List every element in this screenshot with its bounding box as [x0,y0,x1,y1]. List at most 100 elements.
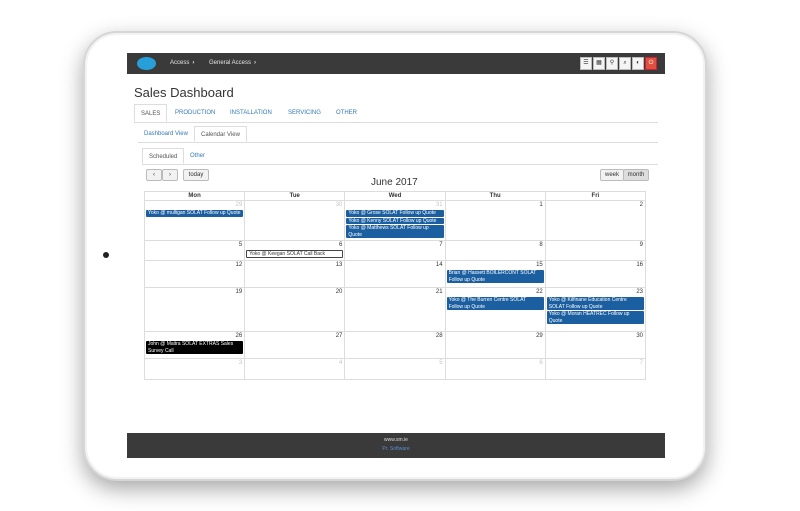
pin-icon[interactable]: ⚲ [606,57,618,70]
calendar-week-row: 29 Yoko @ mulligan SOLAT Follow up Quote 3… [143,200,647,241]
calendar-event[interactable]: Yoko @ Moran HEATREC Follow up Quote [546,311,644,325]
calendar-day-cell[interactable]: 9 [544,239,647,262]
calendar-week-row: 19 20 21 22 Yoko @ The Burren Centre SOLAT F… [143,287,647,333]
calendar-grid: Mon Tue Wed Thu Fri 29 Yoko @ mulligan SO… [143,191,647,380]
calendar-event[interactable]: Yoko @ mulligan SOLAT Follow up Quote [146,210,244,217]
calendar-day-cell[interactable]: 19 [143,287,246,333]
day-number: 15 [536,262,543,269]
main-tabs: SALES PRODUCTION INSTALLATION SERVICING … [134,104,658,123]
calendar-event[interactable]: Yoko @ Keegan SOLAT Call Back [246,249,344,259]
breadcrumb-label: General Access [209,60,252,66]
day-number: 1 [539,202,543,208]
contrast-icon[interactable]: ◐ [632,57,644,70]
calendar-event[interactable]: John @ Maitra SOLAT EXTRAS Sales Survey … [146,341,244,355]
calendar-day-cell[interactable]: 20 [244,287,346,333]
calendar-event[interactable]: Yoko @ Grose SOLAT Follow up Quote [346,210,444,217]
chevron-right-icon: › [254,60,257,66]
calendar-day-cell[interactable]: 2 [544,200,647,241]
calendar-day-cell[interactable]: 15 Brian @ Hassett BOILERCONT SOLAT Follo… [444,260,546,289]
tab-other[interactable]: OTHER [330,104,363,122]
day-number: 4 [339,360,343,367]
calendar-day-cell[interactable]: 14 [344,260,446,289]
calendar-day-cell[interactable]: 21 [344,287,446,333]
tab-scheduled[interactable]: Scheduled [142,148,185,164]
today-button[interactable]: today [183,169,209,181]
day-number: 27 [335,333,343,340]
day-number: 2 [639,202,643,208]
calendar-day-cell[interactable]: 7 [344,239,446,262]
calendar-day-cell[interactable]: 4 [244,358,346,380]
breadcrumb-access[interactable]: Access › [170,60,194,66]
calendar-day-cell[interactable]: 29 Yoko @ mulligan SOLAT Follow up Quote [143,200,246,241]
day-number: 16 [636,262,643,269]
day-number: 31 [435,202,443,208]
calendar-day-cell[interactable]: 3 [143,358,246,380]
footer-company[interactable]: Pr. Software [127,446,665,452]
calendar-day-cell[interactable]: 16 [544,260,647,289]
tab-calendar-view[interactable]: Calendar View [194,126,247,142]
calendar-event[interactable]: Yoko @ Matthews SOLAT Follow up Quote [346,225,444,238]
toolbar-icons: ☰ ▦ ⚲ ⌕ ◐ ⏻ [579,57,657,70]
home-button[interactable] [103,252,109,258]
calendar-day-cell[interactable]: 5 [143,239,246,262]
day-header: Fri [544,191,647,201]
calendar-day-cell[interactable]: 22 Yoko @ The Burren Centre SOLAT Follow … [444,287,546,333]
calendar-day-cell[interactable]: 6 [444,358,546,380]
power-icon[interactable]: ⏻ [645,57,657,70]
tab-dashboard-view[interactable]: Dashboard View [138,126,194,142]
day-number: 6 [539,360,543,367]
chevron-right-icon: › [192,60,195,66]
breadcrumb-general-access[interactable]: General Access › [209,60,256,66]
calendar-day-cell[interactable]: 1 [444,200,546,241]
prev-month-button[interactable]: ‹ [146,169,162,181]
tab-other-schedule[interactable]: Other [184,148,211,164]
calendar-day-cell[interactable]: 30 [244,200,346,241]
calendar-day-cell[interactable]: 29 [444,331,546,360]
calendar-day-cell[interactable]: 31 Yoko @ Grose SOLAT Follow up Quote Yoko… [344,200,446,241]
calendar-day-cell[interactable]: 30 [544,331,647,360]
calendar-event[interactable]: Yoko @ The Burren Centre SOLAT Follow up… [446,297,544,311]
day-number: 26 [235,333,243,340]
day-header: Wed [344,191,446,201]
day-number: 7 [639,360,643,367]
calendar-day-cell[interactable]: 8 [444,239,546,262]
calendar-day-cell[interactable]: 5 [344,358,446,380]
calendar-day-cell[interactable]: 28 [344,331,446,360]
day-number: 30 [335,202,343,208]
tab-sales[interactable]: SALES [134,104,168,122]
next-month-button[interactable]: › [162,169,178,181]
calendar-day-cell[interactable]: 27 [244,331,346,360]
day-number: 29 [536,333,543,340]
day-number: 12 [235,262,243,269]
day-number: 5 [238,241,243,248]
cloud-logo-icon[interactable] [137,57,156,70]
day-number: 9 [639,241,643,248]
month-view-button[interactable]: month [623,169,649,181]
calendar-event[interactable]: Yoko @ Kenny SOLAT Follow up Quote [346,217,444,224]
calendar-title: June 2017 [371,177,418,188]
tab-production[interactable]: PRODUCTION [169,104,221,122]
week-view-button[interactable]: week [600,169,624,181]
tab-servicing[interactable]: SERVICING [282,104,327,122]
tab-installation[interactable]: INSTALLATION [224,104,278,122]
day-header: Mon [143,191,246,201]
calendar-day-cell[interactable]: 6 Yoko @ Keegan SOLAT Call Back [244,239,346,262]
search-icon[interactable]: ⌕ [619,57,631,70]
calendar-day-cell[interactable]: 26 John @ Maitra SOLAT EXTRAS Sales Surve… [143,331,246,360]
calendar-event[interactable]: Yoko @ Kilfinane Education Centre SOLAT … [546,297,644,311]
footer-site[interactable]: www.sm.ie [127,437,665,443]
grid-icon[interactable]: ▦ [593,57,605,70]
menu-icon[interactable]: ☰ [580,57,592,70]
view-tabs: Dashboard View Calendar View [138,126,658,143]
day-number: 29 [235,202,243,208]
day-number: 19 [235,289,243,296]
calendar-day-cell[interactable]: 23 Yoko @ Kilfinane Education Centre SOLA… [544,287,647,333]
schedule-tabs: Scheduled Other [142,148,658,165]
calendar-day-cell[interactable]: 13 [244,260,346,289]
day-number: 22 [536,289,543,296]
breadcrumb-label: Access [170,60,190,66]
calendar-event[interactable]: Brian @ Hassett BOILERCONT SOLAT Follow … [446,270,544,284]
calendar-day-cell[interactable]: 7 [544,358,647,380]
calendar-day-cell[interactable]: 12 [143,260,246,289]
calendar-week-row: 26 John @ Maitra SOLAT EXTRAS Sales Surve… [143,331,647,360]
